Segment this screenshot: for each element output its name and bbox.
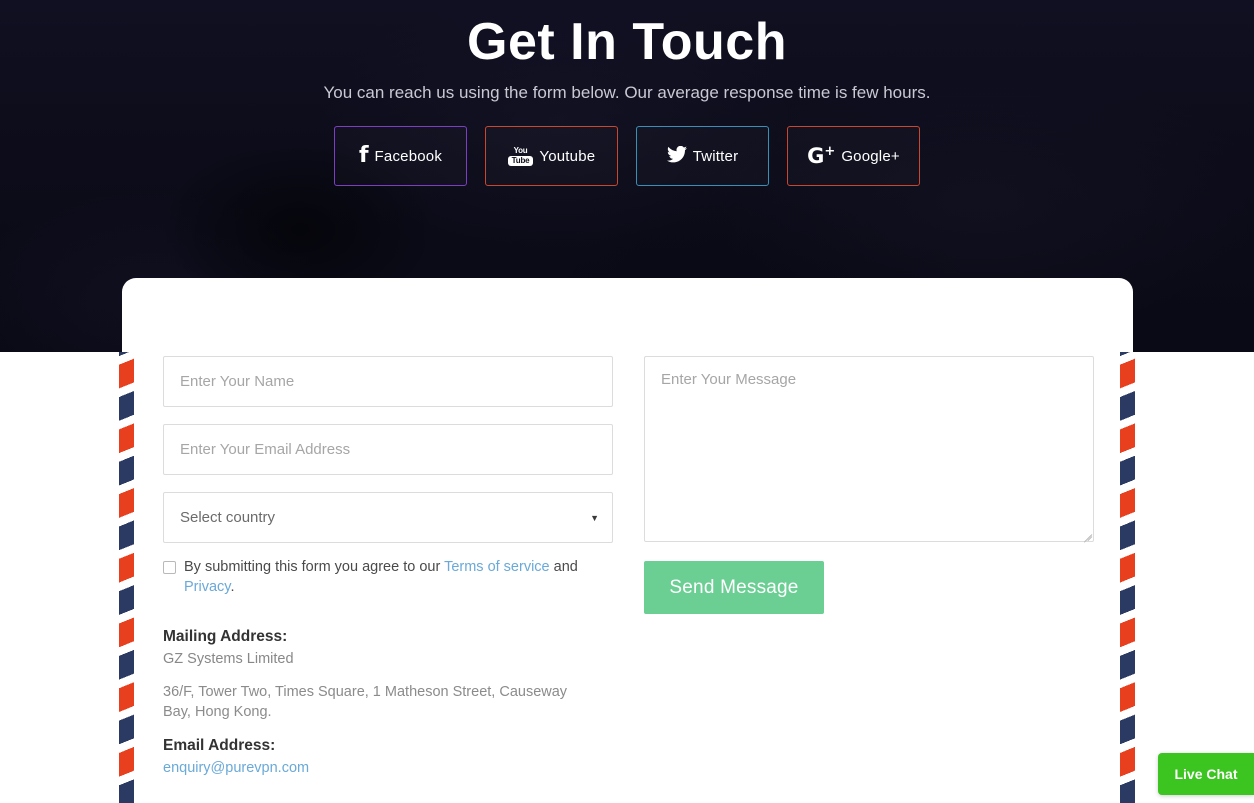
message-textarea[interactable] — [644, 356, 1094, 542]
mailing-address-heading: Mailing Address: — [163, 628, 288, 645]
airmail-stripe-right — [1120, 352, 1135, 803]
terms-of-service-link[interactable]: Terms of service — [444, 559, 550, 575]
social-button-facebook[interactable]: f Facebook — [334, 126, 467, 186]
twitter-icon — [666, 145, 687, 167]
contact-form-card: Select country ▼ By submitting this form… — [122, 278, 1133, 803]
mailing-address-text: 36/F, Tower Two, Times Square, 1 Matheso… — [163, 684, 568, 720]
email-address-heading: Email Address: — [163, 737, 276, 754]
consent-text-after: . — [230, 579, 235, 595]
google-plus-icon: G+ — [807, 145, 835, 167]
facebook-icon: f — [358, 143, 369, 168]
contact-form: Select country ▼ By submitting this form… — [122, 278, 1133, 803]
youtube-icon-you: You — [513, 145, 528, 155]
airmail-stripe-left — [119, 352, 134, 803]
email-input[interactable] — [163, 424, 613, 475]
send-message-button[interactable]: Send Message — [644, 561, 824, 614]
page-title: Get In Touch — [467, 13, 787, 71]
social-button-google-plus-label: Google+ — [841, 147, 900, 165]
social-links-row: f Facebook You Tube Youtube Twitter G+ G… — [0, 126, 1254, 186]
social-button-twitter-label: Twitter — [692, 147, 739, 165]
country-select-wrapper: Select country ▼ — [163, 492, 613, 543]
country-select-value: Select country — [180, 509, 276, 526]
youtube-icon: You Tube — [507, 145, 534, 166]
google-plus-icon-plus: + — [824, 144, 836, 159]
form-left-column: Select country ▼ By submitting this form… — [163, 356, 613, 779]
consent-text-before: By submitting this form you agree to our — [184, 559, 445, 575]
country-select[interactable]: Select country — [163, 492, 613, 543]
contact-email-link[interactable]: enquiry@purevpn.com — [163, 760, 309, 776]
google-plus-icon-g: G — [807, 144, 825, 168]
consent-label: By submitting this form you agree to our… — [184, 557, 583, 597]
company-name: GZ Systems Limited — [163, 651, 294, 667]
consent-row: By submitting this form you agree to our… — [163, 557, 583, 597]
message-wrapper — [644, 356, 1094, 543]
social-button-facebook-label: Facebook — [374, 147, 443, 165]
social-button-youtube[interactable]: You Tube Youtube — [485, 126, 618, 186]
social-button-twitter[interactable]: Twitter — [636, 126, 769, 186]
consent-checkbox[interactable] — [163, 561, 176, 574]
youtube-icon-tube: Tube — [507, 155, 534, 166]
page-subtitle: You can reach us using the form below. O… — [323, 83, 931, 102]
contact-details: Mailing Address: GZ Systems Limited 36/F… — [163, 626, 613, 779]
social-button-youtube-label: Youtube — [539, 147, 596, 165]
name-input[interactable] — [163, 356, 613, 407]
privacy-link[interactable]: Privacy — [184, 579, 230, 595]
live-chat-button[interactable]: Live Chat — [1158, 753, 1254, 795]
form-right-column: Send Message — [644, 356, 1094, 614]
consent-text-between: and — [549, 559, 578, 575]
social-button-google-plus[interactable]: G+ Google+ — [787, 126, 920, 186]
